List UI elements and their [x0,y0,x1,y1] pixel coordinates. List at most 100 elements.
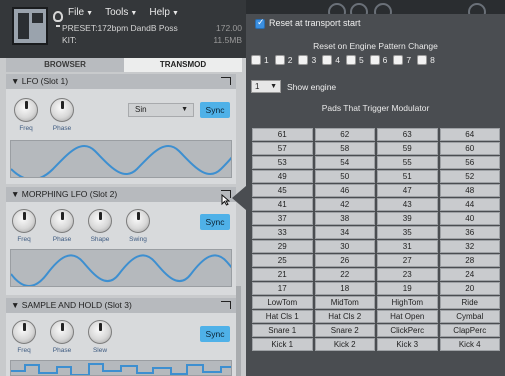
trigger-pad[interactable]: ClickPerc [377,324,438,337]
trigger-pad[interactable]: Snare 1 [252,324,313,337]
slew-knob[interactable] [88,320,112,344]
reset-transport-row[interactable]: Reset at transport start [251,17,361,29]
section-header[interactable]: ▼ SAMPLE AND HOLD (Slot 3) [6,298,236,313]
engine-select[interactable]: 1 ▼ [251,80,281,93]
trigger-pad[interactable]: 43 [377,198,438,211]
engine-checkbox-3[interactable]: 3 [298,55,316,65]
trigger-pad[interactable]: 48 [439,184,500,197]
engine-checkbox-8[interactable]: 8 [417,55,435,65]
section-header[interactable]: ▼ MORPHING LFO (Slot 2) [6,187,236,202]
trigger-pad[interactable]: 35 [377,226,438,239]
phase-knob[interactable] [50,98,74,122]
trigger-pad[interactable]: 29 [252,240,313,253]
engine-checkbox-1[interactable]: 1 [251,55,269,65]
trigger-pad[interactable]: 24 [439,268,500,281]
trigger-pad[interactable]: 38 [314,212,375,225]
trigger-pad[interactable]: 47 [377,184,438,197]
trigger-pad[interactable]: 45 [252,184,313,197]
trigger-pad[interactable]: 19 [377,282,438,295]
trigger-pad[interactable]: 39 [377,212,438,225]
trigger-pad[interactable]: 52 [439,170,500,183]
tab-browser[interactable]: BROWSER [6,58,124,72]
trigger-pad[interactable]: 58 [314,142,375,155]
engine-checkbox-4[interactable]: 4 [322,55,340,65]
trigger-pad[interactable]: 26 [314,254,375,267]
panel-scrollbar[interactable] [236,286,241,376]
trigger-pad[interactable]: 33 [252,226,313,239]
trigger-pad[interactable]: 28 [439,254,500,267]
trigger-pad[interactable]: 17 [252,282,313,295]
swing-knob[interactable] [126,209,150,233]
trigger-pad[interactable]: 31 [377,240,438,253]
trigger-pad[interactable]: Kick 1 [252,338,313,351]
menu-file[interactable]: File ▼ [68,7,93,18]
shape-knob[interactable] [88,209,112,233]
trigger-pad[interactable]: 27 [377,254,438,267]
trigger-pad[interactable]: MidTom [314,296,375,309]
engine-checkbox-6[interactable]: 6 [369,55,387,65]
tab-transmod[interactable]: TRANSMOD [124,58,242,72]
trigger-pad[interactable]: 40 [439,212,500,225]
reset-transport-checkbox[interactable] [255,17,265,29]
menu-help[interactable]: Help ▼ [149,7,179,18]
trigger-pad[interactable]: Kick 2 [314,338,375,351]
engine-checkbox-7[interactable]: 7 [393,55,411,65]
trigger-pad[interactable]: 22 [314,268,375,281]
trigger-pad[interactable]: 51 [377,170,438,183]
trigger-pad[interactable]: 42 [314,198,375,211]
trigger-pad[interactable]: 53 [252,156,313,169]
sync-button[interactable]: Sync [200,326,230,342]
trigger-pad[interactable]: 32 [439,240,500,253]
square-wave-icon[interactable] [221,301,231,309]
trigger-pad[interactable]: 34 [314,226,375,239]
trigger-pad[interactable]: 54 [314,156,375,169]
phase-knob[interactable] [50,209,74,233]
engine-checkbox-2[interactable]: 2 [274,55,292,65]
sync-button[interactable]: Sync [200,214,230,230]
trigger-pad[interactable]: 46 [314,184,375,197]
trigger-pad[interactable]: 62 [314,128,375,141]
waveform-select[interactable]: Sin ▼ [128,103,194,117]
trigger-pad[interactable]: Hat Open [377,310,438,323]
trigger-pad[interactable]: Kick 3 [377,338,438,351]
trigger-pad[interactable]: Hat Cls 2 [314,310,375,323]
trigger-pad[interactable]: 41 [252,198,313,211]
trigger-pad[interactable]: 23 [377,268,438,281]
freq-knob[interactable] [14,98,38,122]
trigger-pad[interactable]: 59 [377,142,438,155]
trigger-pad[interactable]: 60 [439,142,500,155]
trigger-pad[interactable]: 61 [252,128,313,141]
trigger-pad[interactable]: LowTom [252,296,313,309]
sync-button[interactable]: Sync [200,102,230,118]
trigger-pad[interactable]: 63 [377,128,438,141]
trigger-pad[interactable]: Snare 2 [314,324,375,337]
trigger-pad[interactable]: HighTom [377,296,438,309]
trigger-pad[interactable]: Cymbal [439,310,500,323]
trigger-pad[interactable]: Hat Cls 1 [252,310,313,323]
trigger-pad[interactable]: 20 [439,282,500,295]
trigger-pad[interactable]: 49 [252,170,313,183]
engine-checkbox-5[interactable]: 5 [345,55,364,65]
trigger-pad[interactable]: 55 [377,156,438,169]
trigger-pad[interactable]: 57 [252,142,313,155]
trigger-pad[interactable]: 50 [314,170,375,183]
trigger-pad[interactable]: 18 [314,282,375,295]
trigger-pad[interactable]: 36 [439,226,500,239]
trigger-pad[interactable]: Kick 4 [439,338,500,351]
lightbulb-icon[interactable] [53,11,63,27]
trigger-pad[interactable]: 37 [252,212,313,225]
trigger-pad[interactable]: 44 [439,198,500,211]
menu-tools[interactable]: Tools ▼ [105,7,137,18]
trigger-pad[interactable]: 25 [252,254,313,267]
preset-name[interactable]: 172bpm DandB Poss [97,23,177,33]
freq-knob[interactable] [12,209,36,233]
phase-knob[interactable] [50,320,74,344]
trigger-pad[interactable]: Ride [439,296,500,309]
trigger-pad[interactable]: 21 [252,268,313,281]
section-header[interactable]: ▼ LFO (Slot 1) [6,74,236,89]
freq-knob[interactable] [12,320,36,344]
trigger-pad[interactable]: 30 [314,240,375,253]
trigger-pad[interactable]: 64 [439,128,500,141]
square-wave-icon[interactable] [221,77,231,85]
trigger-pad[interactable]: ClapPerc [439,324,500,337]
